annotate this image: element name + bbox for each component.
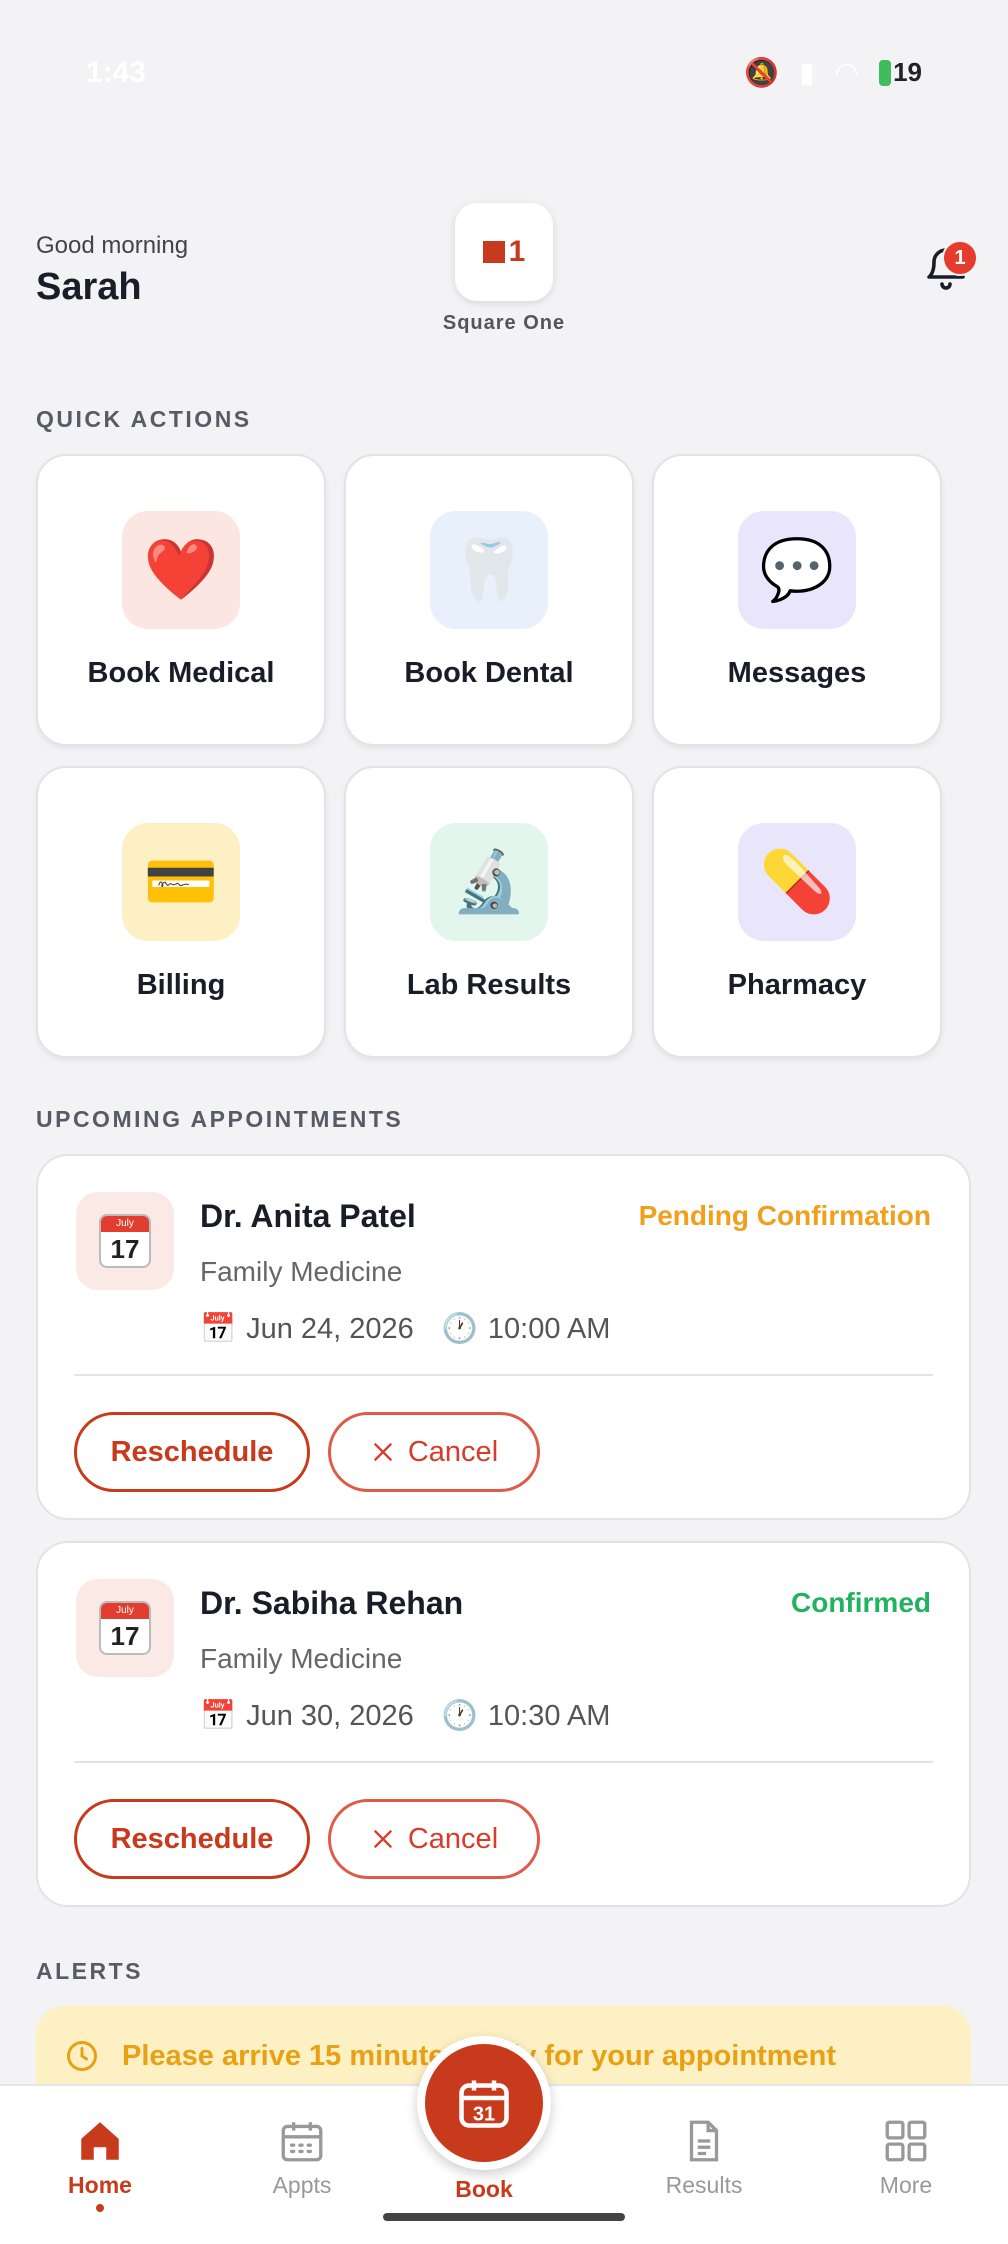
cancel-button[interactable]: Cancel (328, 1412, 540, 1492)
cancel-button[interactable]: Cancel (328, 1799, 540, 1879)
quick-actions-title: QUICK ACTIONS (36, 406, 252, 432)
reschedule-button[interactable]: Reschedule (74, 1799, 310, 1879)
clock-icon: 🕐 (441, 1313, 478, 1345)
billing-button[interactable]: 💳 Billing (36, 766, 326, 1058)
quick-action-label: Book Medical (87, 656, 275, 689)
quick-action-label: Lab Results (406, 968, 572, 1001)
nav-home[interactable]: Home (30, 2116, 170, 2212)
home-indicator (383, 2213, 625, 2221)
signal-icon: ▮ (799, 57, 815, 88)
svg-text:31: 31 (473, 2104, 495, 2126)
appointment-datetime: 📅 Jun 30, 2026 🕐 10:30 AM (200, 1699, 610, 1733)
logo-square-icon (482, 241, 505, 263)
lab-results-button[interactable]: 🔬 Lab Results (344, 766, 634, 1058)
divider (74, 1374, 933, 1376)
calendar-icon: 📅 (200, 1313, 237, 1345)
messages-button[interactable]: 💬 Messages (652, 454, 942, 746)
status-icons: 🔕 ▮ ◠ 19 (744, 56, 922, 89)
battery-icon: 19 (879, 57, 922, 88)
appointment-datetime: 📅 Jun 24, 2026 🕐 10:00 AM (200, 1312, 610, 1346)
status-bar: 1:43 🔕 ▮ ◠ 19 (0, 0, 1008, 150)
divider (74, 1761, 933, 1763)
doctor-name: Dr. Anita Patel (200, 1198, 416, 1234)
book-medical-button[interactable]: ❤️ Book Medical (36, 454, 326, 746)
quick-actions-grid: ❤️ Book Medical 🦷 Book Dental 💬 Messages… (36, 454, 942, 1058)
appointment-calendar-icon: July 17 (76, 1192, 174, 1290)
doctor-specialty: Family Medicine (200, 1643, 403, 1674)
appointment-date: Jun 30, 2026 (246, 1699, 414, 1732)
heart-icon: ❤️ (122, 510, 240, 629)
quick-action-label: Pharmacy (727, 968, 867, 1001)
alerts-title: ALERTS (36, 1958, 143, 1984)
quick-action-label: Messages (727, 656, 867, 689)
nav-label: Book (455, 2176, 513, 2202)
doctor-name: Dr. Sabiha Rehan (200, 1585, 464, 1621)
nav-label: Home (68, 2172, 132, 2198)
nav-label: More (879, 2172, 933, 2198)
close-icon (374, 1443, 392, 1461)
status-badge: Confirmed (791, 1587, 931, 1618)
notification-badge: 1 (942, 240, 978, 276)
clock-icon: 🕐 (441, 1700, 478, 1732)
speech-bubble-icon: 💬 (738, 510, 856, 629)
nav-appts[interactable]: Appts (232, 2116, 372, 2199)
calendar-icon: 📅 (200, 1700, 237, 1732)
close-icon (374, 1830, 392, 1848)
appointment-card[interactable]: July 17 Dr. Sabiha Rehan Confirmed Family… (36, 1541, 971, 1907)
nav-more[interactable]: More (836, 2116, 976, 2199)
book-dental-button[interactable]: 🦷 Book Dental (344, 454, 634, 746)
app-name: Square One (442, 312, 566, 334)
appointment-date: Jun 24, 2026 (246, 1312, 414, 1345)
calendar-31-icon: 31 (459, 2080, 509, 2128)
mute-icon: 🔕 (744, 57, 780, 88)
status-time: 1:43 (86, 56, 147, 89)
book-fab-button[interactable]: 31 (417, 2036, 551, 2170)
cancel-label: Cancel (407, 1435, 499, 1468)
appointment-time: 10:30 AM (487, 1699, 611, 1732)
appointment-calendar-icon: July 17 (76, 1579, 174, 1677)
cancel-label: Cancel (407, 1822, 499, 1855)
microscope-icon: 🔬 (430, 822, 548, 941)
nav-results[interactable]: Results (634, 2116, 774, 2199)
home-icon (81, 2122, 119, 2160)
logo-mark-text: 1 (508, 235, 526, 268)
status-badge: Pending Confirmation (638, 1200, 931, 1231)
calendar-grid-icon (281, 2122, 323, 2162)
pill-icon: 💊 (738, 822, 856, 941)
tooth-icon: 🦷 (430, 510, 548, 629)
nav-label: Results (665, 2172, 743, 2198)
greeting-text: Good morning (36, 232, 189, 259)
pharmacy-button[interactable]: 💊 Pharmacy (652, 766, 942, 1058)
battery-level: 19 (893, 57, 922, 87)
appointment-card[interactable]: July 17 Dr. Anita Patel Pending Confirmat… (36, 1154, 971, 1520)
reschedule-button[interactable]: Reschedule (74, 1412, 310, 1492)
quick-action-label: Book Dental (404, 656, 574, 689)
quick-action-label: Billing (136, 968, 226, 1001)
grid-icon (885, 2120, 927, 2162)
appointment-time: 10:00 AM (487, 1312, 611, 1345)
doctor-specialty: Family Medicine (200, 1256, 403, 1287)
app-logo: 1 (455, 203, 553, 301)
document-icon (689, 2120, 719, 2162)
active-indicator (96, 2204, 104, 2212)
nav-label: Appts (272, 2172, 332, 2198)
clock-icon (67, 2041, 97, 2071)
upcoming-appointments-title: UPCOMING APPOINTMENTS (36, 1106, 404, 1132)
wifi-icon: ◠ (834, 57, 860, 88)
user-name: Sarah (36, 266, 142, 308)
credit-card-icon: 💳 (122, 822, 240, 941)
